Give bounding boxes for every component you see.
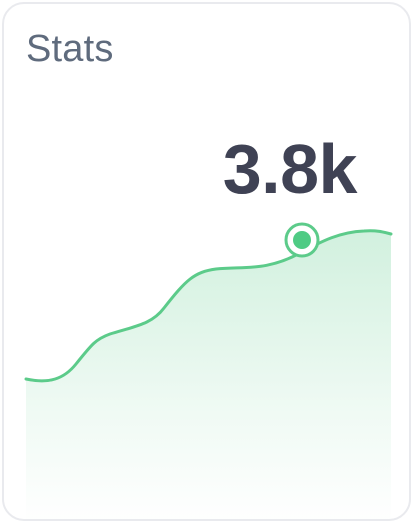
sparkline-chart [24, 222, 393, 519]
sparkline-area [26, 230, 391, 519]
ring-dot-icon [284, 222, 320, 258]
stats-card: Stats 3.8k [2, 2, 411, 521]
